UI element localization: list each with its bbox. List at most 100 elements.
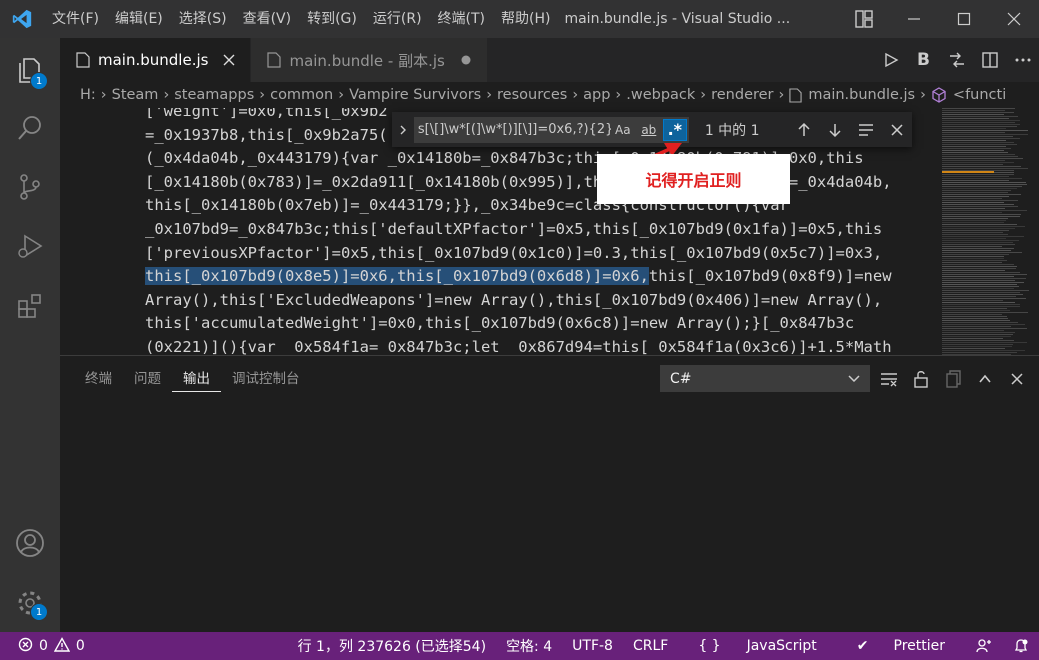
- minimap-line: [942, 340, 1014, 341]
- minimap-line: [942, 226, 1025, 227]
- minimap-line: [942, 188, 1017, 189]
- minimap-line: [942, 308, 1007, 309]
- previous-match-arrow-icon[interactable]: [788, 122, 819, 138]
- minimap-line: [942, 264, 1014, 265]
- minimap-line: [942, 116, 1018, 117]
- close-find-icon[interactable]: [881, 123, 912, 137]
- compare-icon[interactable]: [940, 51, 973, 69]
- tab-output[interactable]: 输出: [172, 366, 221, 392]
- live-share-icon[interactable]: [965, 638, 1003, 654]
- vertical-scrollbar[interactable]: [1032, 108, 1039, 355]
- minimap-line: [942, 178, 1022, 179]
- explorer-icon[interactable]: 1: [0, 42, 60, 98]
- minimap-line: [942, 324, 1025, 325]
- minimap-line: [942, 304, 1020, 305]
- menu-view[interactable]: 查看(V): [235, 0, 300, 38]
- crumb-drive[interactable]: H:: [80, 87, 96, 103]
- end-of-line[interactable]: CRLF: [623, 638, 678, 654]
- close-window-button[interactable]: [989, 0, 1039, 38]
- account-icon[interactable]: [0, 515, 60, 571]
- close-tab-icon[interactable]: [220, 54, 238, 66]
- minimap-line: [942, 176, 1009, 177]
- open-log-file-icon[interactable]: [937, 365, 969, 392]
- minimap-line: [942, 268, 1016, 269]
- lock-scroll-icon[interactable]: [905, 365, 937, 392]
- menu-run[interactable]: 运行(R): [365, 0, 430, 38]
- tab-main-bundle-copy[interactable]: main.bundle - 副本.js: [251, 38, 488, 82]
- toggle-replace-chevron-icon[interactable]: [392, 124, 414, 136]
- minimap[interactable]: [940, 108, 1032, 355]
- indentation[interactable]: 空格: 4: [496, 636, 562, 656]
- minimap-line: [942, 198, 1002, 199]
- more-actions-icon[interactable]: [1006, 57, 1039, 63]
- crumb-resources[interactable]: resources: [497, 87, 567, 103]
- crumb-common[interactable]: common: [270, 87, 333, 103]
- search-icon[interactable]: [0, 100, 60, 156]
- minimap-line: [942, 132, 1005, 133]
- minimap-line: [942, 350, 1025, 351]
- encoding[interactable]: UTF-8: [562, 638, 623, 654]
- menu-edit[interactable]: 编辑(E): [107, 0, 171, 38]
- crumb-symbol[interactable]: <functi: [953, 87, 1006, 103]
- run-file-icon[interactable]: [874, 52, 907, 68]
- minimap-line: [942, 170, 1014, 171]
- problems-status[interactable]: 0 0: [0, 636, 85, 656]
- tab-terminal[interactable]: 终端: [74, 366, 123, 392]
- layout-icon[interactable]: [839, 0, 889, 38]
- notifications-bell-icon[interactable]: [1003, 638, 1039, 654]
- minimap-line: [942, 318, 1008, 319]
- crumb-vampire-survivors[interactable]: Vampire Survivors: [349, 87, 481, 103]
- menu-file[interactable]: 文件(F): [44, 0, 107, 38]
- minimap-line: [942, 286, 1019, 287]
- settings-badge: 1: [30, 603, 48, 621]
- prettier-label: Prettier: [893, 638, 946, 654]
- annotation-label: 记得开启正则: [597, 154, 790, 204]
- maximize-panel-chevron-up-icon[interactable]: [969, 365, 1001, 392]
- cursor-position[interactable]: 行 1，列 237626 (已选择54): [288, 636, 496, 656]
- minimap-line: [942, 146, 1006, 147]
- minimap-line: [942, 136, 1013, 137]
- source-control-icon[interactable]: [0, 159, 60, 215]
- explorer-badge: 1: [30, 72, 48, 90]
- menu-selection[interactable]: 选择(S): [171, 0, 235, 38]
- crumb-app[interactable]: app: [583, 87, 610, 103]
- maximize-button[interactable]: [939, 0, 989, 38]
- clear-output-icon[interactable]: [873, 365, 905, 392]
- next-match-arrow-icon[interactable]: [819, 122, 850, 138]
- tab-label: main.bundle.js: [98, 51, 209, 69]
- tab-main-bundle[interactable]: main.bundle.js: [60, 38, 252, 82]
- menu-help[interactable]: 帮助(H): [493, 0, 558, 38]
- crumb-steamapps[interactable]: steamapps: [174, 87, 254, 103]
- minimap-line: [942, 230, 1009, 231]
- menu-terminal[interactable]: 终端(T): [430, 0, 493, 38]
- output-channel-select[interactable]: C#: [660, 365, 870, 392]
- minimize-button[interactable]: [889, 0, 939, 38]
- unsaved-dot-icon[interactable]: [457, 54, 475, 66]
- minimap-line: [942, 262, 1002, 263]
- tab-debug-console[interactable]: 调试控制台: [221, 366, 311, 392]
- find-in-selection-icon[interactable]: [850, 123, 881, 137]
- crumb-file[interactable]: main.bundle.js: [808, 87, 915, 103]
- minimap-line: [942, 260, 1007, 261]
- minimap-line: [942, 270, 1005, 271]
- minimap-line: [942, 314, 1002, 315]
- prettier-status[interactable]: ✔ Prettier: [837, 638, 965, 654]
- close-panel-icon[interactable]: [1001, 365, 1033, 392]
- minimap-line: [942, 236, 1024, 237]
- crumb-renderer[interactable]: renderer: [711, 87, 773, 103]
- bottom-panel: 终端 问题 输出 调试控制台 C#: [60, 355, 1039, 632]
- minimap-line: [942, 196, 1009, 197]
- menu-go[interactable]: 转到(G): [299, 0, 365, 38]
- crumb-steam[interactable]: Steam: [112, 87, 159, 103]
- chevron-down-icon: [846, 370, 862, 390]
- crumb-webpack[interactable]: .webpack: [626, 87, 695, 103]
- tab-problems[interactable]: 问题: [123, 366, 172, 392]
- bold-b-button[interactable]: B: [907, 50, 940, 70]
- settings-gear-icon[interactable]: 1: [0, 575, 60, 631]
- minimap-line: [942, 242, 1013, 243]
- split-editor-icon[interactable]: [973, 51, 1006, 69]
- language-mode[interactable]: { } JavaScript: [678, 638, 836, 654]
- extensions-icon[interactable]: [0, 278, 60, 334]
- status-bar: 0 0 行 1，列 237626 (已选择54) 空格: 4 UTF-8 CRL…: [0, 632, 1039, 660]
- run-debug-icon[interactable]: [0, 218, 60, 274]
